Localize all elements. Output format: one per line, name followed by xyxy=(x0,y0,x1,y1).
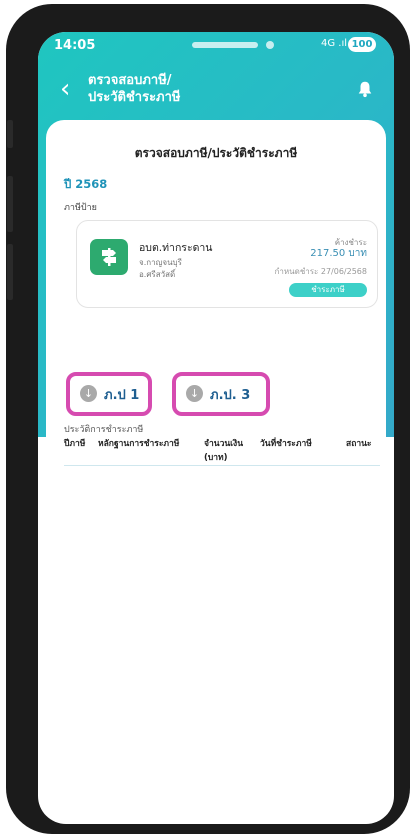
main-card: ตรวจสอบภาษี/ประวัติชำระภาษี ปี 2568 ภาษี… xyxy=(46,120,386,820)
signal-icon: 4G .ıl xyxy=(321,38,348,49)
history-title: ประวัติการชำระภาษี xyxy=(64,425,144,435)
page-title: ตรวจสอบภาษี/ ประวัติชำระภาษี xyxy=(88,72,181,106)
status-time: 14:05 xyxy=(54,38,96,53)
org-location: จ.กาญจนบุรี อ.ศรีสวัสดิ์ xyxy=(139,257,182,281)
col-payment-proof: หลักฐานการชำระภาษี xyxy=(98,439,180,449)
tax-type-label: ภาษีป้าย xyxy=(64,203,97,213)
battery-icon: 100 xyxy=(348,37,376,52)
outstanding-block: ค้างชำระ 217.50 บาท xyxy=(310,237,367,259)
camera-dot xyxy=(266,41,274,49)
outstanding-label: ค้างชำระ xyxy=(334,238,367,247)
back-arrow-icon[interactable]: ‹ xyxy=(60,76,70,102)
org-province: จ.กาญจนบุรี xyxy=(139,258,182,267)
org-name: อบต.ท่ากระดาน xyxy=(139,242,213,254)
org-district: อ.ศรีสวัสดิ์ xyxy=(139,270,176,279)
col-tax-year: ปีภาษี xyxy=(64,439,86,449)
download-pp3-label: ภ.ป. 3 xyxy=(210,388,251,403)
app-screen: 14:05 4G .ıl 100 ‹ ตรวจสอบภาษี/ ประวัติช… xyxy=(38,32,394,824)
col-amount: จำนวนเงิน (บาท) xyxy=(204,439,244,463)
status-bar: 14:05 4G .ıl 100 xyxy=(38,32,394,60)
col-status: สถานะ xyxy=(346,439,372,449)
page-title-line1: ตรวจสอบภาษี/ xyxy=(88,73,172,88)
page-title-line2: ประวัติชำระภาษี xyxy=(88,90,181,105)
download-icon: ↓ xyxy=(80,385,97,402)
pay-tax-button[interactable]: ชำระภาษี xyxy=(289,283,367,297)
download-pp3-button[interactable]: ↓ ภ.ป. 3 xyxy=(172,372,270,416)
notification-bell-icon[interactable] xyxy=(356,80,374,98)
table-divider xyxy=(64,465,380,466)
download-pp1-label: ภ.ป 1 xyxy=(104,388,140,403)
camera-pill xyxy=(192,42,258,48)
signpost-icon xyxy=(90,239,128,275)
outstanding-amount: 217.50 บาท xyxy=(310,248,367,259)
due-date: กำหนดชำระ 27/06/2568 xyxy=(274,267,367,276)
section-title: ตรวจสอบภาษี/ประวัติชำระภาษี xyxy=(134,146,298,160)
col-payment-date: วันที่ชำระภาษี xyxy=(260,439,312,449)
tax-item-card[interactable]: อบต.ท่ากระดาน จ.กาญจนบุรี อ.ศรีสวัสดิ์ ค… xyxy=(76,220,378,308)
tax-year: ปี 2568 xyxy=(64,177,108,191)
app-header: ‹ ตรวจสอบภาษี/ ประวัติชำระภาษี xyxy=(38,66,394,126)
download-icon: ↓ xyxy=(186,385,203,402)
phone-side-button xyxy=(7,176,13,232)
phone-frame: 14:05 4G .ıl 100 ‹ ตรวจสอบภาษี/ ประวัติช… xyxy=(6,4,410,834)
phone-side-button xyxy=(7,244,13,300)
download-pp1-button[interactable]: ↓ ภ.ป 1 xyxy=(66,372,152,416)
phone-side-button xyxy=(7,120,13,148)
